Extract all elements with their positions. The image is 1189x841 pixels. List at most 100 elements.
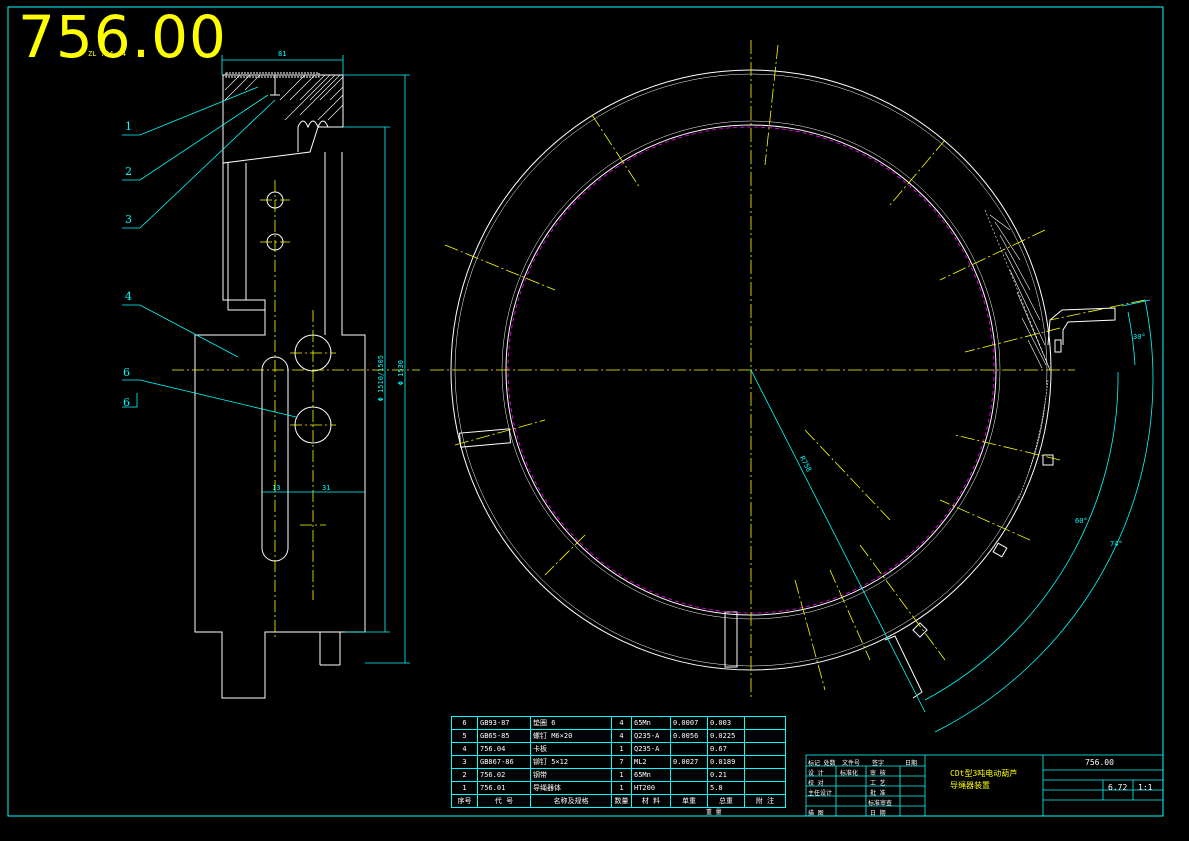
bom-no: 1 xyxy=(451,781,478,795)
dim-right-width: 31 xyxy=(322,484,331,492)
tb-label: 标记 处数 xyxy=(808,760,836,767)
bom-header-qty: 数量 xyxy=(611,794,632,808)
bom-header-material: 材 料 xyxy=(631,794,671,808)
bom-total: 0.0225 xyxy=(707,729,745,743)
title-block-weight: 6.72 xyxy=(1108,783,1128,792)
bom-material: 65Mn xyxy=(631,768,671,782)
bom-name: 卡板 xyxy=(530,742,612,756)
bom-total: 5.8 xyxy=(707,781,745,795)
tb-label: 主任设计 xyxy=(808,790,833,797)
bom-no: 2 xyxy=(451,768,478,782)
tb-label: 标准审查 xyxy=(868,800,893,807)
bom-total: 0.003 xyxy=(707,716,745,730)
bom-note xyxy=(744,755,786,769)
bom-qty: 1 xyxy=(611,742,632,756)
ring-centerlines xyxy=(430,40,1146,700)
bom-unit xyxy=(670,768,708,782)
bom-row: 1 756.01 导绳器体 1 HT200 5.8 xyxy=(451,781,786,795)
dim-top-width: 81 xyxy=(278,50,287,58)
bom-row: 5 GB65-85 螺钉 M6×20 4 Q235-A 0.0056 0.022… xyxy=(451,729,786,743)
bom-unit xyxy=(670,781,708,795)
title-line-1: CDt型3吨电动葫芦 xyxy=(950,769,1018,778)
bom-name: 螺钉 M6×20 xyxy=(530,729,612,743)
dim-angle-60: 60° xyxy=(1075,517,1088,525)
bom-row: 2 756.02 钢带 1 65Mn 0.21 xyxy=(451,768,786,782)
bom-total: 0.67 xyxy=(707,742,745,756)
bom-note xyxy=(744,729,786,743)
bom-code: GB93-87 xyxy=(477,716,531,730)
tb-label: 描 图 xyxy=(808,810,824,817)
bom-code: 756.04 xyxy=(477,742,531,756)
balloon-3: 3 xyxy=(125,213,132,226)
balloon-leaders xyxy=(122,55,410,664)
bom-name: 垫圈 6 xyxy=(530,716,612,730)
balloon-6b: 6 xyxy=(123,396,130,409)
balloon-4: 4 xyxy=(125,290,132,303)
bom-code: GB867-86 xyxy=(477,755,531,769)
cap-hatch xyxy=(224,74,344,121)
bom-qty: 1 xyxy=(611,768,632,782)
bom-header-unit: 单重 xyxy=(670,794,708,808)
bom-note xyxy=(744,768,786,782)
bom-header-name: 名称及规格 xyxy=(530,794,612,808)
tb-label: 日 期 xyxy=(870,810,886,817)
bom-note xyxy=(744,781,786,795)
dim-outer-diameter: Φ 1530 xyxy=(397,360,405,386)
bom-material: ML2 xyxy=(631,755,671,769)
bom-no: 4 xyxy=(451,742,478,756)
tb-label: 校 对 xyxy=(808,780,824,787)
bom-name: 铆钉 5×12 xyxy=(530,755,612,769)
dim-left-width: 13 xyxy=(272,484,281,492)
title-block-scale: 1:1 xyxy=(1138,783,1153,792)
bom-total: 0.21 xyxy=(707,768,745,782)
bom-header: 序号 代 号 名称及规格 数量 材 料 单重 总重 附 注 xyxy=(451,794,786,808)
bom-unit xyxy=(670,742,708,756)
bom-row: 3 GB867-86 铆钉 5×12 7 ML2 0.0027 0.0189 xyxy=(451,755,786,769)
bom-header-weight: 重 量 xyxy=(706,809,722,816)
bom-code: 756.01 xyxy=(477,781,531,795)
tb-label: 文件号 xyxy=(842,760,861,767)
bom-note xyxy=(744,716,786,730)
bom-material: Q235-A xyxy=(631,729,671,743)
tb-label: 标准化 xyxy=(840,770,859,777)
bom-code: 756.02 xyxy=(477,768,531,782)
dim-top-tag: ZL 754.54 xyxy=(88,50,126,58)
title-block-drawing-no: 756.00 xyxy=(1085,758,1114,767)
bom-qty: 7 xyxy=(611,755,632,769)
bom-row: 4 756.04 卡板 1 Q235-A 0.67 xyxy=(451,742,786,756)
bom-qty: 4 xyxy=(611,729,632,743)
sheet-frame xyxy=(7,6,1164,817)
bom-table: 6 GB93-87 垫圈 6 4 65Mn 0.0007 0.003 5 GB6… xyxy=(451,716,786,808)
bom-header-total: 总重 xyxy=(707,794,745,808)
bom-no: 3 xyxy=(451,755,478,769)
dim-angle-74: 74° xyxy=(1110,540,1123,548)
bom-qty: 4 xyxy=(611,716,632,730)
bom-material: 65Mn xyxy=(631,716,671,730)
bom-name: 导绳器体 xyxy=(530,781,612,795)
bom-unit: 0.0027 xyxy=(670,755,708,769)
bom-material: HT200 xyxy=(631,781,671,795)
ring-dimensions xyxy=(750,299,1154,733)
balloon-1: 1 xyxy=(125,120,132,133)
drawing-sheet xyxy=(7,6,1164,817)
tb-label: 审 核 xyxy=(870,770,886,777)
ring-view xyxy=(450,69,1116,699)
section-centerlines xyxy=(172,180,420,640)
bom-no: 5 xyxy=(451,729,478,743)
section-view xyxy=(194,72,366,699)
bom-header-code: 代 号 xyxy=(477,794,531,808)
dim-inner-diameter: Φ 1510/1505 xyxy=(377,355,385,402)
tb-label: 批 准 xyxy=(870,790,886,797)
bom-header-note: 附 注 xyxy=(744,794,786,808)
tb-label: 日期 xyxy=(905,760,918,767)
bom-note xyxy=(744,742,786,756)
bom-row: 6 GB93-87 垫圈 6 4 65Mn 0.0007 0.003 xyxy=(451,716,786,730)
bom-qty: 1 xyxy=(611,781,632,795)
bom-code: GB65-85 xyxy=(477,729,531,743)
bom-total: 0.0189 xyxy=(707,755,745,769)
balloon-6a: 6 xyxy=(123,366,130,379)
bom-name: 钢带 xyxy=(530,768,612,782)
tb-label: 工 艺 xyxy=(870,780,886,787)
bom-unit: 0.0007 xyxy=(670,716,708,730)
tb-label: 设 计 xyxy=(808,770,824,777)
